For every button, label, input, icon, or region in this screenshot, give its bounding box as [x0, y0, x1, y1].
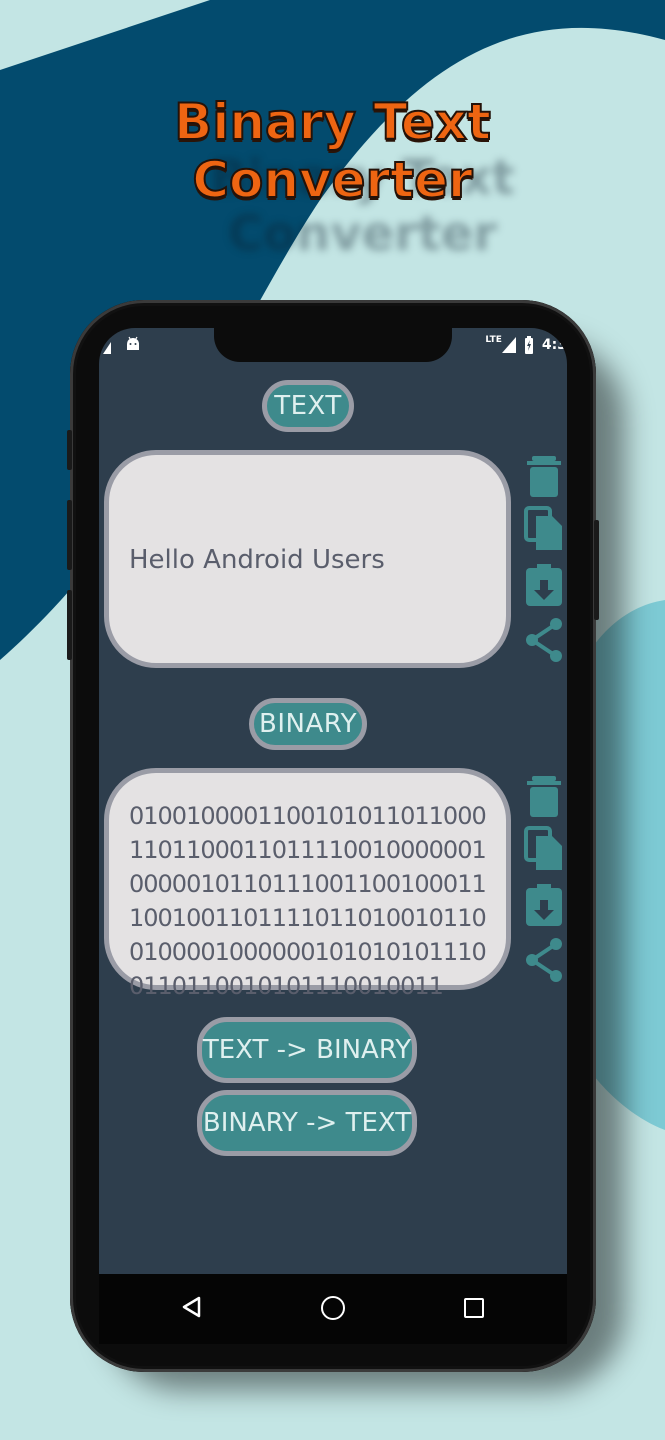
- binary-section-label: BINARY: [249, 698, 367, 750]
- back-icon[interactable]: [181, 1296, 201, 1318]
- text-save-icon[interactable]: [524, 564, 564, 608]
- binary-to-text-button[interactable]: BINARY -> TEXT: [197, 1090, 417, 1156]
- text-share-icon[interactable]: [524, 618, 564, 662]
- text-copy-icon[interactable]: [524, 506, 564, 550]
- binary-save-icon[interactable]: [524, 884, 564, 928]
- binary-delete-icon[interactable]: [524, 774, 564, 818]
- status-bar-right: LTE 4:3: [485, 334, 567, 356]
- phone-power-button: [594, 520, 599, 620]
- phone-side-button: [67, 430, 72, 470]
- binary-share-icon[interactable]: [524, 938, 564, 982]
- recents-icon[interactable]: [464, 1298, 484, 1318]
- status-time: 4:3: [541, 337, 567, 353]
- camera-notch: [214, 328, 452, 362]
- app-screen: LTE 4:3 TEXT Hello Android Users BINARY …: [99, 328, 567, 1274]
- text-input-value: Hello Android Users: [129, 545, 385, 575]
- cell-signal-icon: [501, 337, 516, 353]
- android-nav-bar: [99, 1274, 567, 1344]
- text-section-label: TEXT: [262, 380, 354, 432]
- network-type: LTE: [485, 335, 502, 345]
- text-input-box[interactable]: Hello Android Users: [104, 450, 511, 668]
- binary-copy-icon[interactable]: [524, 826, 564, 870]
- home-icon[interactable]: [321, 1296, 345, 1320]
- binary-output-value: 0100100001100101011011000110110001101111…: [129, 802, 487, 1000]
- android-debug-icon: [127, 336, 139, 350]
- text-to-binary-button[interactable]: TEXT -> BINARY: [197, 1017, 417, 1083]
- promo-title-line2: Converter: [191, 151, 473, 209]
- battery-charging-icon: [524, 336, 533, 354]
- text-delete-icon[interactable]: [524, 454, 564, 498]
- signal-wedge-icon: [103, 342, 111, 354]
- promo-title-line1: Binary Text: [173, 93, 492, 151]
- phone-volume-up: [67, 500, 72, 570]
- binary-output-box[interactable]: 0100100001100101011011000110110001101111…: [104, 768, 511, 1000]
- phone-volume-down: [67, 590, 72, 660]
